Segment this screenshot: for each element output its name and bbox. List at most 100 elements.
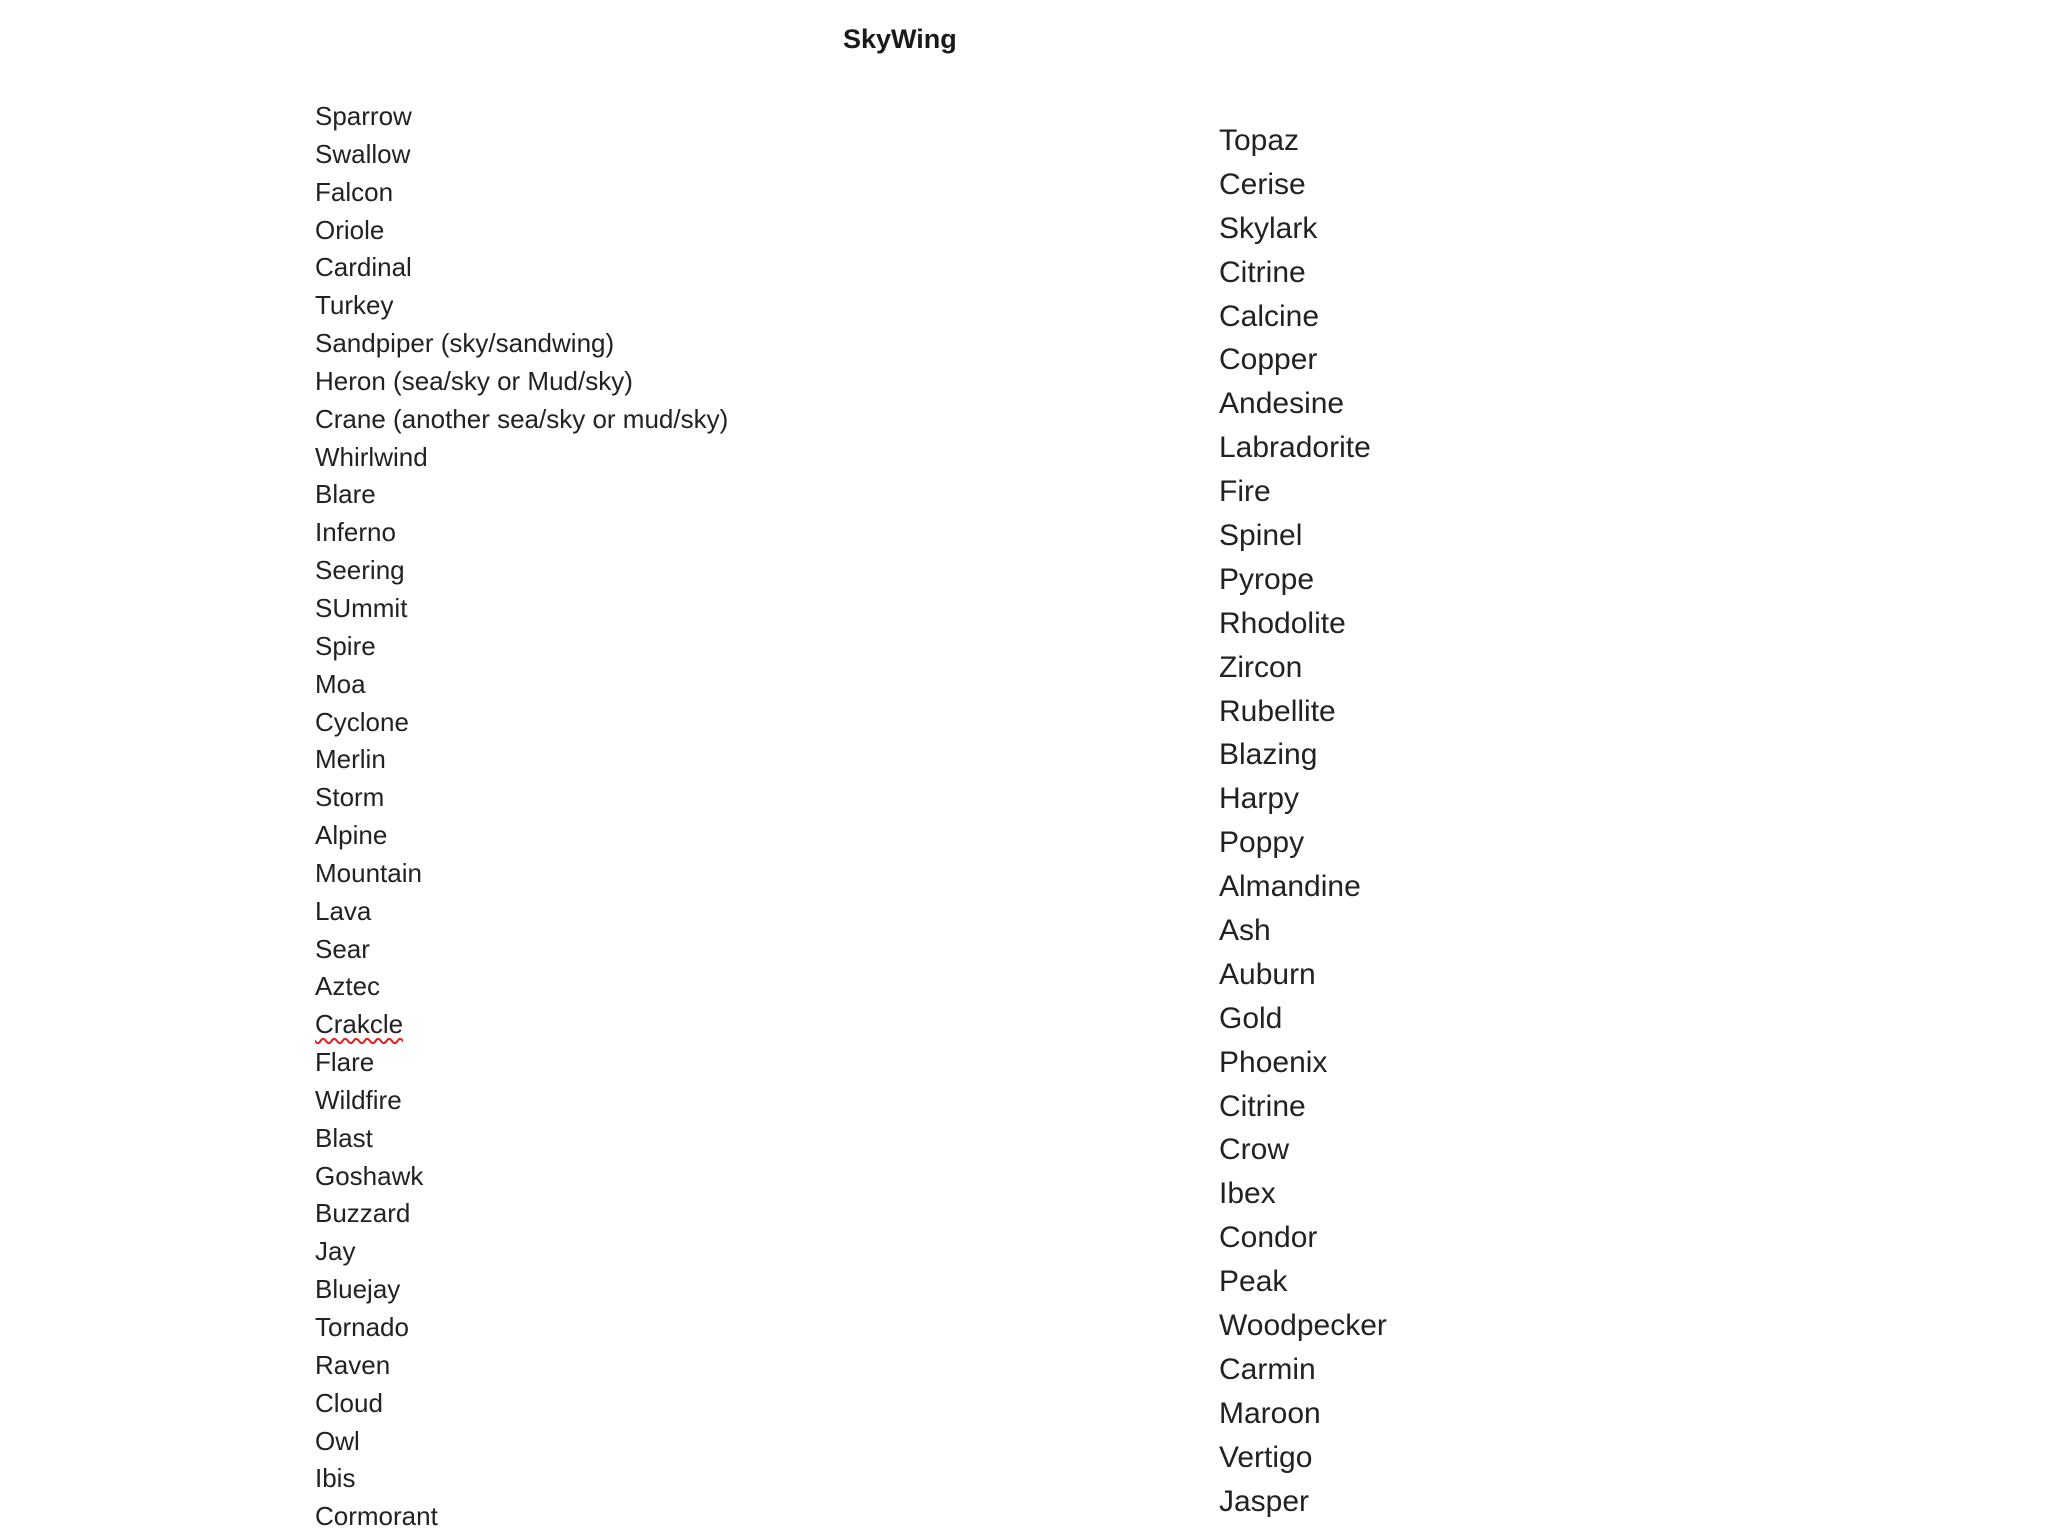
list-item: Swallow (315, 136, 728, 174)
list-item: Blazing (1219, 733, 1387, 777)
list-item: Sear (315, 931, 728, 969)
right-name-list: Topaz Cerise Skylark Citrine Calcine Copper An… (1219, 119, 1387, 1524)
list-item: Maroon (1219, 1392, 1387, 1436)
list-item: Crane (another sea/sky or mud/sky) (315, 401, 728, 439)
list-item-text: Blare (315, 479, 376, 510)
list-item: Almandine (1219, 865, 1387, 909)
list-item: Vertigo (1219, 1436, 1387, 1480)
list-item-text: Condor (1219, 1221, 1318, 1255)
list-item-text: Bluejay (315, 1274, 401, 1305)
list-item: Storm (315, 779, 728, 817)
list-item-text: Fire (1219, 475, 1271, 509)
list-item-text: Moa (315, 668, 366, 699)
list-item: Labradorite (1219, 426, 1387, 470)
list-item-text: Blazing (1219, 738, 1318, 772)
list-item: Flare (315, 1044, 728, 1082)
list-item-text: Maroon (1219, 1396, 1321, 1430)
list-item: Alpine (315, 817, 728, 855)
list-item-text: Andesine (1219, 387, 1345, 421)
list-item: Skylark (1219, 207, 1387, 251)
list-item-text: Citrine (1219, 255, 1306, 289)
list-item: Ibis (315, 1460, 728, 1498)
list-item: Copper (1219, 338, 1387, 382)
list-item-text: Buzzard (315, 1198, 411, 1229)
list-item: Phoenix (1219, 1041, 1387, 1085)
list-item-text: Oriole (315, 214, 385, 245)
list-item-text: Rhodolite (1219, 606, 1346, 640)
list-item-text: Mountain (315, 857, 422, 888)
list-item: Lava (315, 893, 728, 931)
list-item-text: Jay (315, 1236, 356, 1267)
list-item-text: Storm (315, 782, 385, 813)
list-item-text: Heron (sea/sky or Mud/sky) (315, 365, 633, 396)
list-item-text: Citrine (1219, 1089, 1306, 1123)
list-item: Owl (315, 1423, 728, 1461)
list-item: Rubellite (1219, 690, 1387, 734)
list-item-text: Pyrope (1219, 562, 1315, 596)
list-item: Oriole (315, 212, 728, 250)
list-item-text: Whirlwind (315, 441, 428, 472)
list-item: Bluejay (315, 1271, 728, 1309)
list-item: Cerise (1219, 163, 1387, 207)
list-item-text: Merlin (315, 744, 386, 775)
list-item: Crow (1219, 1128, 1387, 1172)
list-item-text: Spire (315, 630, 376, 661)
list-item: Falcon (315, 174, 728, 212)
list-item: Sandpiper (sky/sandwing) (315, 325, 728, 363)
list-item-text: Flare (315, 1047, 375, 1078)
list-item-text: Cloud (315, 1387, 383, 1418)
list-item: SUmmit (315, 590, 728, 628)
list-item: Andesine (1219, 382, 1387, 426)
list-item-text: Cormorant (315, 1501, 438, 1532)
list-item-text: Vertigo (1219, 1440, 1313, 1474)
list-item-text: Cyclone (315, 706, 409, 737)
list-item: Woodpecker (1219, 1304, 1387, 1348)
list-item: Aztec (315, 968, 728, 1006)
list-item-text: Raven (315, 1349, 391, 1380)
list-item-text: Spinel (1219, 519, 1303, 553)
list-item: Peak (1219, 1260, 1387, 1304)
list-item: Wildfire (315, 1082, 728, 1120)
list-item-text: Sear (315, 933, 370, 964)
list-item-text: Phoenix (1219, 1045, 1328, 1079)
list-item: Poppy (1219, 821, 1387, 865)
list-item: Sparrow (315, 98, 728, 136)
list-item-text: Goshawk (315, 1160, 424, 1191)
list-item-text: Calcine (1219, 299, 1320, 333)
list-item-text: Harpy (1219, 782, 1300, 816)
list-item-text: Copper (1219, 343, 1318, 377)
list-item: Heron (sea/sky or Mud/sky) (315, 363, 728, 401)
list-item-text: Ibis (315, 1463, 356, 1494)
list-item-text: Owl (315, 1425, 360, 1456)
list-item-text: Blast (315, 1122, 373, 1153)
list-item-text: Zircon (1219, 650, 1303, 684)
list-item-text: SUmmit (315, 592, 408, 623)
list-item: Zircon (1219, 646, 1387, 690)
list-item-text: Aztec (315, 971, 381, 1002)
list-item: Goshawk (315, 1158, 728, 1196)
list-item-text: Ash (1219, 914, 1271, 948)
misspelled-word[interactable]: Crakcle (315, 1009, 403, 1039)
list-item: Jay (315, 1233, 728, 1271)
left-name-list: Sparrow Swallow Falcon Oriole Cardinal Turkey… (315, 98, 728, 1536)
list-item-text: Peak (1219, 1265, 1288, 1299)
list-item-text: Swallow (315, 138, 411, 169)
list-item-text: Poppy (1219, 826, 1305, 860)
list-item: Gold (1219, 997, 1387, 1041)
list-item: Seering (315, 552, 728, 590)
list-item-text: Falcon (315, 176, 394, 207)
list-item: Auburn (1219, 953, 1387, 997)
list-item: Ibex (1219, 1172, 1387, 1216)
list-item: Spinel (1219, 514, 1387, 558)
list-item: Cyclone (315, 704, 728, 742)
list-item: Harpy (1219, 777, 1387, 821)
list-item: Pyrope (1219, 558, 1387, 602)
list-item-text: Cardinal (315, 252, 412, 283)
list-item-text: Inferno (315, 517, 396, 548)
list-item-text: Cerise (1219, 167, 1306, 201)
list-item: Inferno (315, 514, 728, 552)
list-item-text: Carmin (1219, 1352, 1316, 1386)
list-item: Blare (315, 476, 728, 514)
list-item: Calcine (1219, 295, 1387, 339)
list-item: Blast (315, 1120, 728, 1158)
